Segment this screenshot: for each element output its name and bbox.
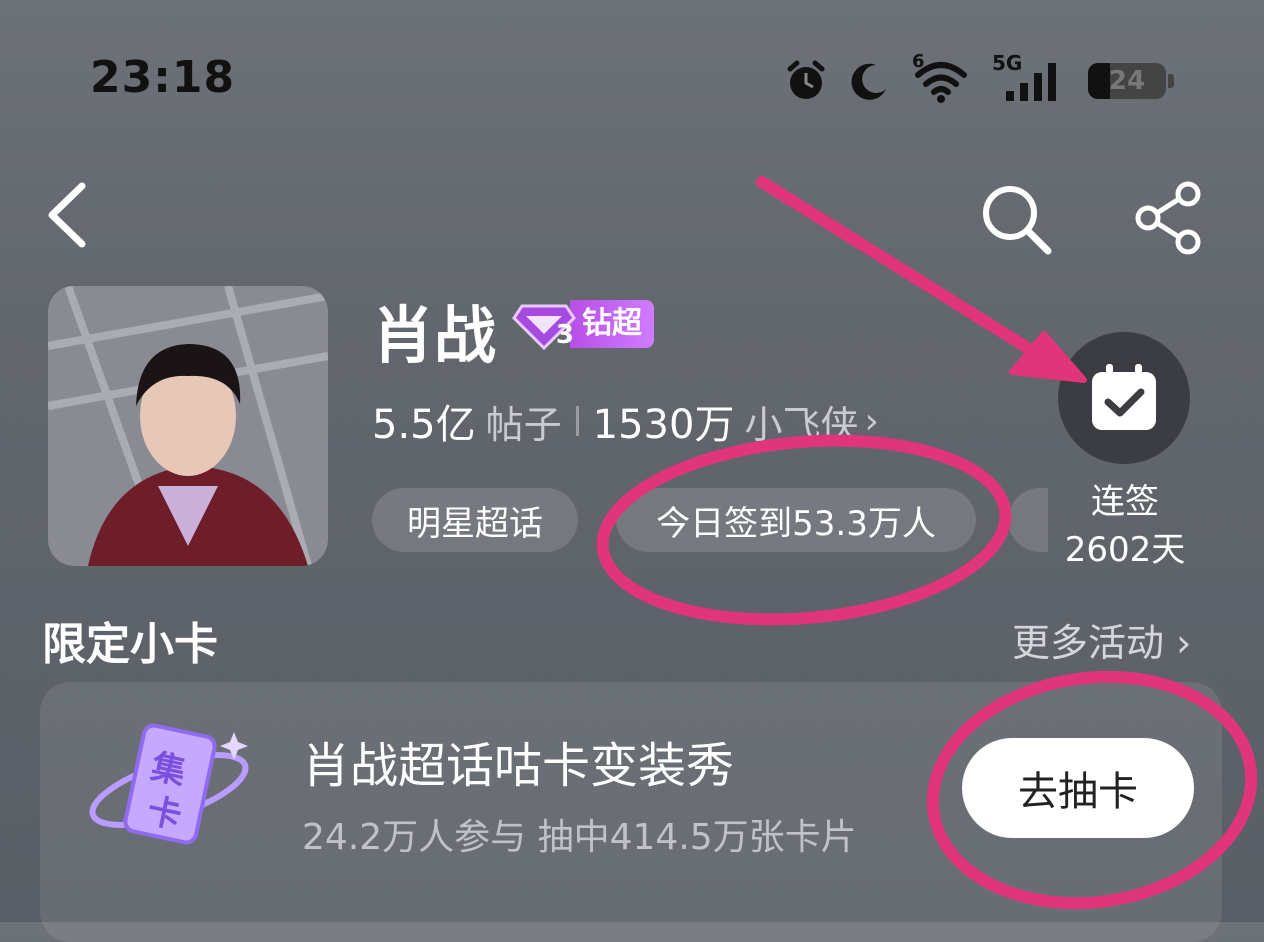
stats-divider xyxy=(575,406,579,436)
checkin-label-line2: 2602天 xyxy=(1064,530,1186,570)
moon-icon xyxy=(851,63,886,100)
status-icons: 6 5G 24 xyxy=(784,51,1174,106)
fans-count: 1530万 xyxy=(592,402,735,448)
card-collect-icon: 集 卡 xyxy=(84,712,254,862)
share-button[interactable] xyxy=(1132,180,1208,256)
badge-level: 3 xyxy=(555,320,574,350)
checkin-streak: 连签 2602天 xyxy=(1040,478,1210,574)
checkin-label-line1: 连签 xyxy=(1091,482,1159,522)
battery-level: 24 xyxy=(1108,66,1146,96)
level-badge: 3 钻超 xyxy=(512,298,654,351)
back-button[interactable] xyxy=(40,180,100,250)
posts-unit: 帖子 xyxy=(485,402,562,447)
cellular-indicator: 5G xyxy=(992,51,1066,103)
battery-icon: 24 xyxy=(1088,63,1174,99)
topic-name: 肖战 xyxy=(372,299,497,372)
card-subtitle: 24.2万人参与 抽中414.5万张卡片 xyxy=(302,817,857,858)
tag-checkin-count[interactable]: 今日签到53.3万人 xyxy=(616,488,976,552)
search-icon xyxy=(983,186,1052,255)
fans-unit: 小飞侠 xyxy=(744,402,859,447)
wifi-indicator: 6 xyxy=(912,51,970,103)
badge-label: 钻超 xyxy=(570,300,654,348)
fans-link[interactable]: 1530万 小飞侠 › xyxy=(593,392,879,450)
fans-chevron: › xyxy=(864,400,879,442)
share-icon xyxy=(1135,181,1201,255)
draw-card-button[interactable]: 去抽卡 xyxy=(962,738,1194,838)
section-title: 限定小卡 xyxy=(42,619,218,670)
alarm-icon xyxy=(787,60,825,99)
search-button[interactable] xyxy=(980,183,1052,255)
chevron-left-icon xyxy=(48,182,86,248)
topic-avatar[interactable] xyxy=(48,286,328,566)
tag-category[interactable]: 明星超话 xyxy=(372,488,578,552)
more-activities-link[interactable]: 更多活动 › xyxy=(1012,612,1191,667)
checkin-button[interactable] xyxy=(1058,332,1190,464)
card-title: 肖战超话咕卡变装秀 xyxy=(302,738,735,794)
signal-label: 5G xyxy=(992,51,1023,75)
wifi-label: 6 xyxy=(912,51,925,72)
avatar-illustration xyxy=(48,286,328,566)
status-time: 23:18 xyxy=(90,52,236,103)
calendar-check-icon xyxy=(1092,364,1156,430)
posts-count: 5.5亿 xyxy=(372,402,476,448)
topic-stats: 5.5亿 帖子 1530万 小飞侠 › xyxy=(372,392,879,450)
